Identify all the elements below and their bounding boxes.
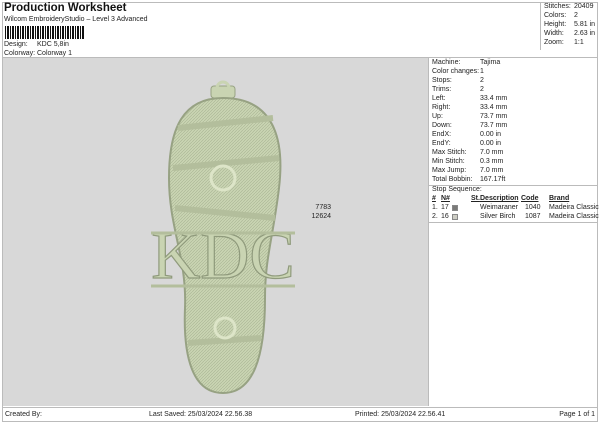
info-row: Up: 73.7 mm: [432, 113, 507, 120]
stat-label: Width:: [544, 30, 564, 37]
info-row: Total Bobbin: 167.17ft: [432, 176, 505, 183]
hanger-loop-icon: [210, 80, 236, 99]
column-header: N#: [441, 195, 450, 202]
info-value: Tajima: [480, 59, 501, 66]
thread-code: 1087: [525, 213, 541, 220]
info-value: 33.4 mm: [480, 104, 508, 111]
divider: [429, 222, 598, 223]
stitch-count: 7783: [315, 204, 331, 211]
info-value: 0.00 in: [480, 140, 502, 147]
info-label: Right:: [432, 104, 451, 111]
stat-row: Colors: 2: [544, 12, 578, 19]
stat-value: 2.63 in: [574, 30, 596, 37]
software-name: Wilcom EmbroideryStudio – Level 3 Advanc…: [4, 16, 148, 23]
stat-value: 20409: [574, 3, 594, 10]
colorway-label: Colorway:: [4, 50, 36, 57]
column-header: Description: [480, 195, 519, 202]
design-preview: KDC: [3, 58, 428, 406]
design-row: Design: KDC 5,8in: [4, 41, 69, 48]
info-row: Min Stitch: 0.3 mm: [432, 158, 503, 165]
info-label: Stops:: [432, 77, 452, 84]
stat-label: Stitches:: [544, 3, 571, 10]
stat-row: Width: 2.63 in: [544, 30, 595, 37]
info-label: Machine:: [432, 59, 461, 66]
stat-row: Stitches: 20409: [544, 3, 593, 10]
thread-code: 1040: [525, 204, 541, 211]
stat-label: Colors:: [544, 12, 567, 19]
info-value: 2: [480, 86, 484, 93]
info-row: Color changes: 1: [432, 68, 484, 75]
design-label: Design:: [4, 41, 28, 48]
info-value: 73.7 mm: [480, 113, 508, 120]
thread-description: Weimaraner: [480, 204, 518, 211]
info-label: EndY:: [432, 140, 451, 147]
info-row: Down: 73.7 mm: [432, 122, 507, 129]
column-header: Code: [521, 195, 539, 202]
info-row: Machine: Tajima: [432, 59, 500, 66]
info-row: Right: 33.4 mm: [432, 104, 507, 111]
info-value: 7.0 mm: [480, 167, 504, 174]
page-title: Production Worksheet: [4, 2, 127, 14]
printed-date: Printed: 25/03/2024 22.56.41: [355, 411, 446, 418]
divider: [428, 58, 429, 406]
needle-number: 17: [441, 204, 449, 211]
stat-label: Zoom:: [544, 39, 564, 46]
stitch-count: 12624: [311, 213, 331, 220]
page-number: Page 1 of 1: [559, 411, 595, 418]
summary-stats: Stitches: 20409 Colors: 2 Height: 5.81 in W…: [540, 2, 598, 50]
stop-sequence-label: Stop Sequence:: [432, 186, 482, 193]
info-value: 1: [480, 68, 484, 75]
info-label: Max Jump:: [432, 167, 467, 174]
column-header: #: [432, 195, 436, 202]
info-label: Left:: [432, 95, 446, 102]
row-index: 2.: [432, 213, 438, 220]
info-label: Up:: [432, 113, 443, 120]
stat-value: 5.81 in: [574, 21, 596, 28]
info-label: EndX:: [432, 131, 452, 138]
color-swatch: [452, 205, 458, 211]
info-row: EndY: 0.00 in: [432, 140, 501, 147]
design-lettering: KDC: [151, 217, 295, 293]
thread-brand: Madeira Classic 40: [549, 204, 600, 211]
colorway-value: Colorway 1: [37, 50, 73, 57]
divider: [2, 407, 598, 408]
info-row: Stops: 2: [432, 77, 484, 84]
info-value: 167.17ft: [480, 176, 506, 183]
stat-row: Height: 5.81 in: [544, 21, 595, 28]
color-swatch: [452, 214, 458, 220]
info-value: 2: [480, 77, 484, 84]
info-value: 73.7 mm: [480, 122, 508, 129]
created-by: Created By:: [5, 411, 42, 418]
info-value: 0.00 in: [480, 131, 502, 138]
info-row: Left: 33.4 mm: [432, 95, 507, 102]
stat-row: Zoom: 1:1: [544, 39, 584, 46]
stat-label: Height:: [544, 21, 567, 28]
info-row: Max Jump: 7.0 mm: [432, 167, 503, 174]
column-header: St.: [471, 195, 480, 202]
info-value: 7.0 mm: [480, 149, 504, 156]
barcode: [5, 26, 85, 39]
info-value: 0.3 mm: [480, 158, 504, 165]
stat-value: 2: [574, 12, 578, 19]
stat-value: 1:1: [574, 39, 584, 46]
column-header: Brand: [549, 195, 570, 202]
row-index: 1.: [432, 204, 438, 211]
info-label: Total Bobbin:: [432, 176, 473, 183]
info-label: Color changes:: [432, 68, 480, 75]
info-row: EndX: 0.00 in: [432, 131, 501, 138]
info-label: Min Stitch:: [432, 158, 465, 165]
info-label: Max Stitch:: [432, 149, 467, 156]
divider: [429, 185, 598, 186]
last-saved: Last Saved: 25/03/2024 22.56.38: [149, 411, 253, 418]
thread-description: Silver Birch: [480, 213, 516, 220]
thread-brand: Madeira Classic 40: [549, 213, 600, 220]
colorway-row: Colorway: Colorway 1: [4, 50, 72, 57]
info-label: Down:: [432, 122, 452, 129]
needle-number: 16: [441, 213, 449, 220]
info-value: 33.4 mm: [480, 95, 508, 102]
design-value: KDC 5,8in: [37, 41, 69, 48]
info-row: Max Stitch: 7.0 mm: [432, 149, 503, 156]
info-label: Trims:: [432, 86, 452, 93]
info-row: Trims: 2: [432, 86, 484, 93]
